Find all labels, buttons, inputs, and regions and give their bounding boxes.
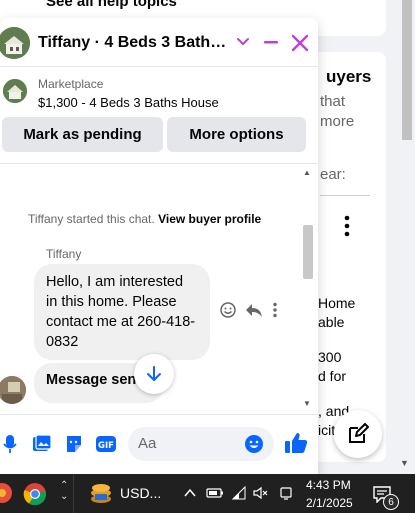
display-icon[interactable] xyxy=(279,486,293,500)
buyer-tips-text: more xyxy=(320,113,355,130)
chrome-icon[interactable] xyxy=(23,482,47,506)
buyer-tips-heading: uyers xyxy=(326,67,372,86)
scroll-down-arrow-icon[interactable]: ▼ xyxy=(400,458,409,468)
more-options-icon[interactable] xyxy=(344,215,350,237)
battery-icon[interactable] xyxy=(206,486,224,500)
view-buyer-profile-link[interactable]: View buyer profile xyxy=(158,212,261,226)
thumbs-up-icon[interactable] xyxy=(284,432,308,454)
scroll-to-bottom-button[interactable] xyxy=(134,354,174,394)
gif-label: GIF xyxy=(98,441,114,451)
divider xyxy=(320,195,370,196)
wifi-icon[interactable] xyxy=(231,486,247,500)
app-icon[interactable] xyxy=(0,482,12,504)
buyer-tips-text: that xyxy=(320,93,346,110)
react-icon[interactable] xyxy=(220,302,236,318)
page-scrollbar-thumb[interactable] xyxy=(402,0,412,140)
taskbar-separator xyxy=(73,474,74,513)
minimize-icon[interactable] xyxy=(263,35,279,49)
chat-started-text: Tiffany started this chat. xyxy=(28,212,155,226)
clock-time[interactable]: 4:43 PM xyxy=(306,478,351,492)
chat-title[interactable]: Tiffany · 4 Beds 3 Baths H... xyxy=(38,34,228,52)
listing-title: $1,300 - 4 Beds 3 Baths House xyxy=(38,95,219,110)
listing-summary[interactable]: Marketplace $1,300 - 4 Beds 3 Baths Hous… xyxy=(0,68,318,114)
listing-text: 300 xyxy=(318,349,342,365)
list-icon xyxy=(26,0,40,8)
divider xyxy=(0,163,318,164)
gif-icon[interactable]: GIF xyxy=(95,434,117,454)
close-icon[interactable] xyxy=(291,34,309,52)
scroll-down-arrow-icon[interactable]: ▼ xyxy=(303,399,311,408)
buyer-tips-text: ear: xyxy=(320,166,346,183)
avatar[interactable] xyxy=(0,376,26,404)
scroll-up-arrow-icon[interactable]: ▲ xyxy=(303,168,311,177)
listing-text: icit xyxy=(318,422,336,438)
more-options-button[interactable]: More options xyxy=(167,117,306,152)
listing-text: d for xyxy=(318,368,347,384)
arrow-down-icon xyxy=(147,366,161,381)
chat-window: Tiffany · 4 Beds 3 Baths H... Marketplac… xyxy=(0,18,318,474)
emoji-icon[interactable] xyxy=(244,434,264,454)
message-bubble[interactable]: Hello, I am interested in this home. Ple… xyxy=(34,264,210,360)
reply-icon[interactable] xyxy=(245,302,263,318)
volume-muted-icon[interactable] xyxy=(253,486,269,500)
listing-thumbnail xyxy=(3,79,27,103)
message-actions xyxy=(220,302,278,318)
photo-icon[interactable] xyxy=(32,434,52,454)
avatar[interactable] xyxy=(0,27,30,59)
chat-scrollbar-thumb[interactable] xyxy=(303,225,313,279)
mark-as-pending-button[interactable]: Mark as pending xyxy=(2,117,163,152)
show-hidden-icons-icon[interactable] xyxy=(183,486,197,500)
listing-text: Home xyxy=(318,295,356,311)
message-input[interactable] xyxy=(138,435,238,452)
listing-category: Marketplace xyxy=(38,77,104,91)
chat-scrollbar[interactable] xyxy=(300,168,314,410)
stock-ticker-label[interactable]: USD... xyxy=(120,485,161,501)
clock-date[interactable]: 2/1/2025 xyxy=(306,496,353,510)
stock-ticker-icon[interactable] xyxy=(89,482,113,504)
taskbar: ⌃ ⌄ USD... 4:43 PM 2/1/2025 6 xyxy=(0,474,415,513)
compose-icon xyxy=(349,423,369,443)
sender-name: Tiffany xyxy=(46,247,82,261)
composer: GIF xyxy=(0,414,318,474)
notification-count-badge: 6 xyxy=(383,494,399,510)
chat-started-notice: Tiffany started this chat. View buyer pr… xyxy=(28,212,261,226)
sticker-icon[interactable] xyxy=(64,434,84,454)
new-message-button[interactable] xyxy=(334,410,382,458)
chat-header[interactable]: Tiffany · 4 Beds 3 Baths H... xyxy=(0,18,318,67)
microphone-icon[interactable] xyxy=(3,434,17,454)
more-icon[interactable] xyxy=(272,302,278,318)
message-input-wrapper[interactable] xyxy=(128,427,274,461)
listing-text: able xyxy=(318,314,345,330)
taskbar-overflow-chevron-icon[interactable]: ⌃ ⌄ xyxy=(60,480,68,502)
see-all-help-link[interactable]: See all help topics xyxy=(46,0,177,10)
chevron-down-icon[interactable] xyxy=(236,35,250,49)
